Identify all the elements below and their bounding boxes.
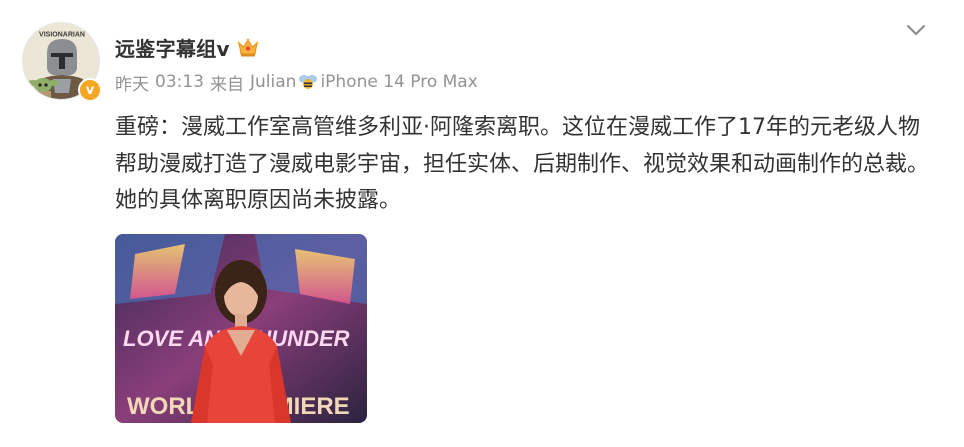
username-row: 远鉴字幕组v <box>115 32 260 62</box>
weibo-post-card: VISIONARIAN v 远鉴字幕组v 昨天 03:13 来自 Julian <box>0 0 964 447</box>
post-meta: 昨天 03:13 来自 Julian iPhone 14 Pro Max <box>115 70 478 95</box>
post-text: 重磅：漫威工作室高管维多利亚·阿隆索离职。这位在漫威工作了17年的元老级人物帮助… <box>115 115 930 213</box>
post-date[interactable]: 昨天 <box>115 70 149 95</box>
author-avatar-wrap[interactable]: VISIONARIAN v <box>22 22 102 102</box>
post-time[interactable]: 03:13 <box>155 72 204 92</box>
more-options-button[interactable] <box>904 20 928 40</box>
crown-icon[interactable] <box>236 35 260 59</box>
post-photo: LOVE AND THUNDER WORLD PREMIERE <box>115 234 367 423</box>
avatar-caption: VISIONARIAN <box>39 32 85 39</box>
post-image[interactable]: LOVE AND THUNDER WORLD PREMIERE <box>115 234 367 423</box>
author-name-link[interactable]: 远鉴字幕组v <box>115 33 230 62</box>
source-device[interactable]: iPhone 14 Pro Max <box>320 72 477 92</box>
verified-badge: v <box>78 78 102 102</box>
bee-icon <box>297 73 319 91</box>
source-name[interactable]: Julian <box>250 72 296 92</box>
source-prefix: 来自 <box>210 74 244 95</box>
chevron-down-icon <box>907 25 925 35</box>
